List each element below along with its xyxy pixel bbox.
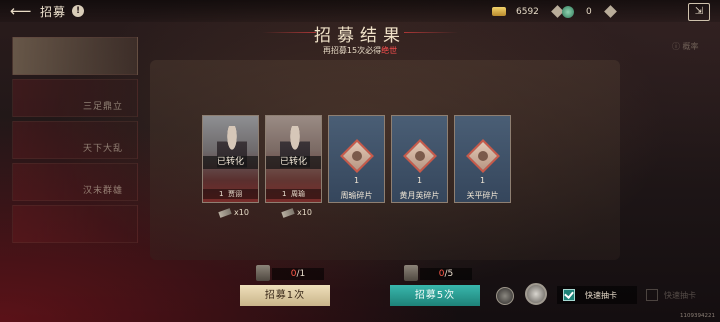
quick-draw-label: 快速抽卡 <box>664 290 696 300</box>
fragment-icon <box>403 139 437 173</box>
converted-label: 已转化 <box>266 156 321 169</box>
jade-amount: 0 <box>586 6 592 17</box>
recruit-once-button[interactable]: 招募1次 <box>240 285 330 306</box>
jade-icon <box>562 5 574 18</box>
quick-draw-toggle[interactable]: 快速抽卡 <box>557 286 637 304</box>
gold-ingot-icon <box>492 7 506 16</box>
gold-amount: 6592 <box>516 6 539 17</box>
fragment-name: 黄月英碎片 <box>399 191 440 200</box>
hero-name-row: 1 贾诩 <box>203 189 258 199</box>
result-cards: 已转化 1 贾诩 已转化 1 周瑜 1 周瑜碎片 1 黄月英碎片 1 关平碎片 <box>202 115 511 203</box>
token-reward: x10 <box>281 207 312 218</box>
exit-menu-icon[interactable]: ⇲ <box>688 3 710 21</box>
gold-resource: 6592 <box>492 4 564 19</box>
back-arrow-icon[interactable]: ⟵ <box>10 3 32 19</box>
hero-name-row: 1 周瑜 <box>266 189 321 199</box>
add-jade-icon[interactable] <box>603 5 617 18</box>
hero-portrait <box>280 126 310 178</box>
fragment-card[interactable]: 1 周瑜碎片 <box>328 115 385 203</box>
page-title: 招募 <box>40 5 67 19</box>
checkbox-checked-icon[interactable] <box>563 289 575 301</box>
fragment-icon <box>466 139 500 173</box>
banner-item[interactable] <box>12 205 138 243</box>
top-bar: ⟵ 招募 ! 6592 0 ⇲ <box>0 0 720 22</box>
ticket-count-1: 0/1 <box>272 268 324 280</box>
recruit-ticket-icon <box>404 265 418 281</box>
banner-item[interactable]: 天下大乱 <box>12 121 138 159</box>
user-id: 1109394221 <box>680 313 715 319</box>
fragment-count: 1 <box>479 176 486 185</box>
fragment-name: 周瑜碎片 <box>340 191 373 200</box>
recruit-ticket-icon <box>256 265 270 281</box>
banner-list: 三足鼎立 天下大乱 汉末群雄 <box>12 37 138 247</box>
fragment-count: 1 <box>353 176 360 185</box>
quick-draw-label: 快速抽卡 <box>585 290 617 300</box>
token-icon <box>218 207 232 218</box>
converted-label: 已转化 <box>203 156 258 169</box>
token-reward: x10 <box>218 207 249 218</box>
recruit-five-button[interactable]: 招募5次 <box>390 285 480 306</box>
hero-card[interactable]: 已转化 1 贾诩 <box>202 115 259 203</box>
ticket-count-5: 0/5 <box>420 268 472 280</box>
quick-draw-toggle-disabled[interactable]: 快速抽卡 <box>646 289 696 301</box>
chat-icon[interactable] <box>496 287 514 305</box>
result-title: 招募结果 <box>314 26 406 46</box>
checkbox-icon[interactable] <box>646 289 658 301</box>
hero-avatar-icon[interactable] <box>525 283 547 305</box>
fragment-card[interactable]: 1 黄月英碎片 <box>391 115 448 203</box>
banner-item[interactable]: 汉末群雄 <box>12 163 138 201</box>
fragment-name: 关平碎片 <box>466 191 499 200</box>
info-icon[interactable]: ! <box>72 5 84 17</box>
pity-subtitle: 再招募15次必得绝世 <box>322 46 398 55</box>
banner-item[interactable]: 三足鼎立 <box>12 79 138 117</box>
fragment-count: 1 <box>416 176 423 185</box>
token-icon <box>281 207 295 218</box>
hero-card[interactable]: 已转化 1 周瑜 <box>265 115 322 203</box>
hero-portrait <box>217 126 247 178</box>
jade-resource: 0 <box>562 4 617 19</box>
fragment-icon <box>340 139 374 173</box>
fragment-card[interactable]: 1 关平碎片 <box>454 115 511 203</box>
